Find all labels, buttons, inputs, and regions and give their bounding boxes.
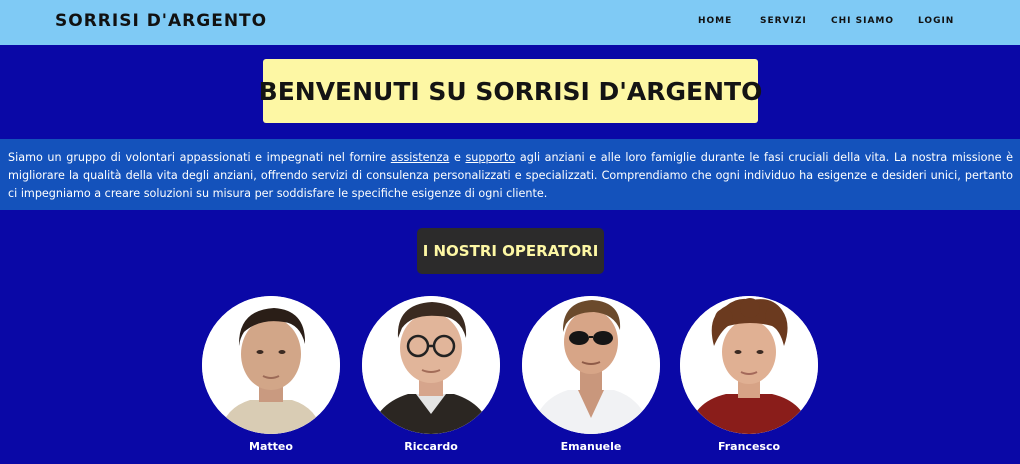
hero-banner: BENVENUTI SU SORRISI D'ARGENTO <box>259 59 762 123</box>
operator-card-matteo: Matteo <box>202 296 340 453</box>
navbar: SORRISI D'ARGENTO HOME SERVIZI CHI SIAMO… <box>0 0 1020 45</box>
operators-heading-box: I NOSTRI OPERATORI <box>417 228 604 274</box>
intro-text: Siamo un gruppo di volontari appassionat… <box>8 151 391 164</box>
operator-name: Matteo <box>249 440 293 453</box>
operators-title: I NOSTRI OPERATORI <box>422 242 599 260</box>
avatar <box>362 296 500 434</box>
supporto-link[interactable]: supporto <box>465 151 515 164</box>
operator-card-riccardo: Riccardo <box>362 296 500 453</box>
assistenza-link[interactable]: assistenza <box>391 151 450 164</box>
operator-card-emanuele: Emanuele <box>522 296 660 453</box>
avatar <box>202 296 340 434</box>
operator-card-francesco: Francesco <box>680 296 818 453</box>
nav-link-home[interactable]: HOME <box>698 16 732 26</box>
intro-section: Siamo un gruppo di volontari appassionat… <box>0 139 1020 210</box>
hero-title: BENVENUTI SU SORRISI D'ARGENTO <box>258 76 763 106</box>
avatar <box>680 296 818 434</box>
intro-text: e <box>449 151 466 164</box>
nav-link-servizi[interactable]: SERVIZI <box>760 16 807 26</box>
nav-link-chi-siamo[interactable]: CHI SIAMO <box>831 16 894 26</box>
operator-name: Riccardo <box>404 440 458 453</box>
brand-logo[interactable]: SORRISI D'ARGENTO <box>55 11 267 31</box>
operator-name: Emanuele <box>560 440 622 453</box>
nav-link-login[interactable]: LOGIN <box>918 16 954 26</box>
operator-name: Francesco <box>717 440 781 453</box>
avatar <box>522 296 660 434</box>
